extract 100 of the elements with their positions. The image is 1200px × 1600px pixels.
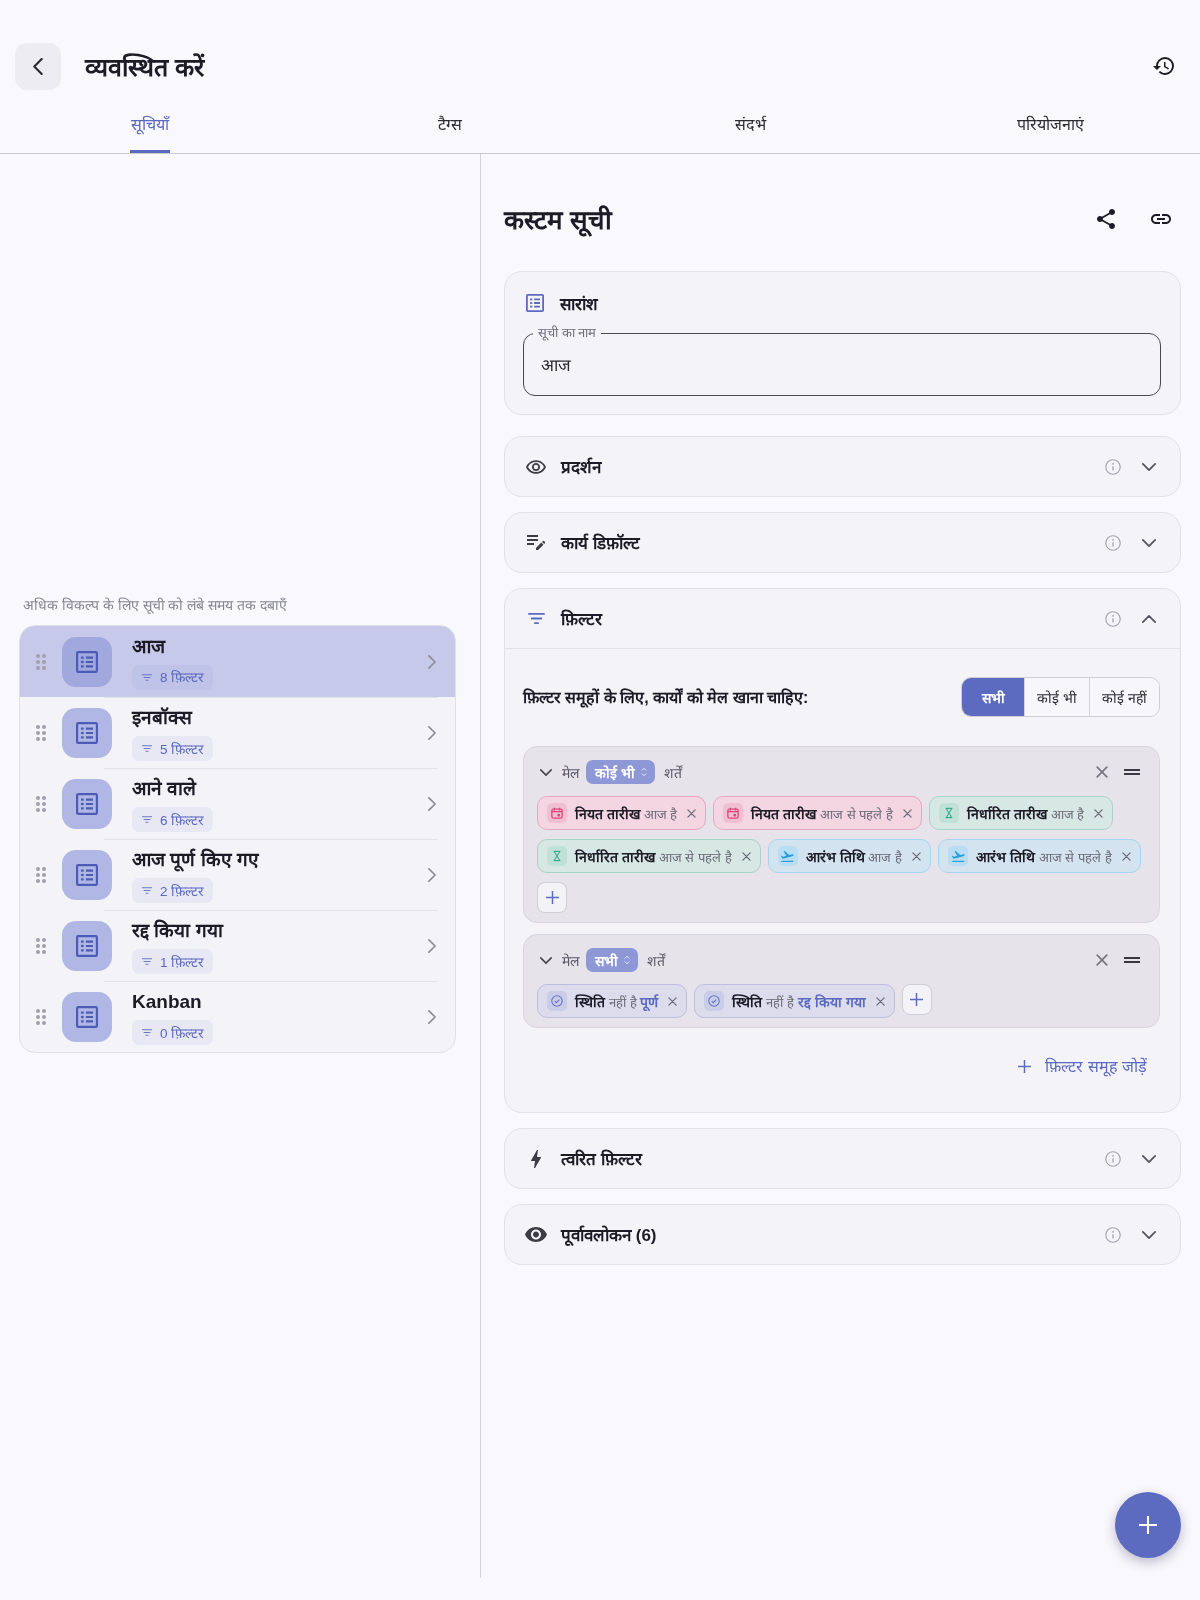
section-title: कार्य डिफ़ॉल्ट [561,532,640,554]
chevron-down-icon[interactable] [540,956,552,964]
chevron-right-icon [428,654,436,669]
drag-handle-icon[interactable] [36,725,46,741]
filter-icon [142,816,152,823]
chevron-right-icon [428,726,436,740]
filter-icon [142,1029,152,1036]
close-icon[interactable] [1121,851,1131,861]
list-icon [526,294,544,312]
drag-handle-icon[interactable] [36,1009,46,1025]
conditions-label: शर्तें [647,951,665,970]
drag-handle-icon[interactable] [36,867,46,883]
tab[interactable]: परियोजनाएं [1015,115,1085,153]
chevron-down-icon[interactable] [1142,538,1156,547]
list-name-field[interactable]: सूची का नाम आज [523,325,1161,396]
add-condition-button[interactable] [537,882,567,913]
history-icon[interactable] [1152,57,1174,75]
section-title: फ़िल्टर [561,608,602,630]
drag-handle-icon[interactable] [1124,769,1140,775]
add-button[interactable] [1115,1492,1181,1558]
list-row[interactable]: इनबॉक्स 5 फ़िल्टर [20,697,455,768]
list-row[interactable]: Kanban 0 फ़िल्टर [20,981,455,1052]
back-button[interactable] [15,42,61,90]
filter-icon [142,673,152,681]
close-icon[interactable] [1094,808,1104,818]
drag-handle-icon[interactable] [1124,957,1140,963]
detail-title: कस्टम सूची [504,204,614,237]
add-filter-group-button[interactable]: फ़िल्टर समूह जोड़ें [1018,1051,1147,1081]
eye-icon [526,459,546,474]
filter-icon [142,958,152,965]
list-title: रद्द किया गया [132,918,223,943]
close-icon[interactable] [741,851,751,861]
close-icon[interactable] [668,996,678,1006]
hourglass-icon [547,846,567,866]
plus-icon[interactable] [1018,1059,1032,1073]
list-row[interactable]: रद्द किया गया 1 फ़िल्टर [20,910,455,981]
chevron-down-icon[interactable] [1142,1230,1156,1239]
condition-chip[interactable]: आरंभ तिथि आज है [767,839,932,873]
filter-icon [527,613,545,624]
filter-count-text: 8 फ़िल्टर [160,669,205,686]
filter-count-text: 1 फ़िल्टर [160,953,205,971]
filter-icon [142,887,152,894]
filter-count-text: 2 फ़िल्टर [160,882,205,900]
close-icon[interactable] [875,996,885,1006]
close-icon[interactable] [687,808,697,818]
tab[interactable]: टैग्स [437,115,463,153]
match-label: मेल [562,763,579,782]
list-icon [62,992,112,1042]
close-icon[interactable] [903,808,913,818]
list-title: Kanban [132,990,202,1014]
eye-icon [525,1227,547,1242]
close-icon[interactable] [1096,954,1108,966]
section-title: त्वरित फ़िल्टर [561,1148,642,1170]
chevron-down-icon[interactable] [1142,1154,1156,1163]
summary-title: सारांश [560,293,598,315]
filter-count-text: 0 फ़िल्टर [160,1024,205,1042]
chevron-down-icon[interactable] [1142,462,1156,471]
close-icon[interactable] [912,851,922,861]
chevron-down-icon[interactable] [540,768,552,776]
condition-chip[interactable]: आरंभ तिथि आज से पहले है [938,839,1141,873]
list-title: आने वाले [132,776,197,801]
plus-icon[interactable] [910,993,924,1006]
add-condition-button[interactable] [901,984,932,1015]
condition-chip[interactable]: नियत तारीख आज है [537,796,707,830]
filter-icon [142,745,152,752]
plus-icon[interactable] [545,891,559,904]
tab[interactable]: सूचियाँ [130,115,170,153]
chevron-right-icon [428,939,436,953]
list-icon [62,708,112,758]
filter-count-text: 5 फ़िल्टर [160,740,205,758]
takeoff-icon [777,846,798,866]
list-icon [62,636,112,687]
filter-count-text: 6 फ़िल्टर [160,811,205,829]
drag-handle-icon[interactable] [36,796,46,812]
list-title: इनबॉक्स [132,706,192,730]
edit-list-icon [527,535,545,550]
hourglass-icon [939,803,960,823]
list-row[interactable]: आज 8 फ़िल्टर [20,626,455,697]
condition-chip[interactable]: नियत तारीख आज से पहले है [713,796,923,830]
condition-chip[interactable]: स्थिति नहीं है रद्द किया गया [694,984,895,1018]
link-icon[interactable] [1151,214,1171,224]
back-icon[interactable] [33,57,43,75]
list-title: आज पूर्ण किए गए [132,847,259,873]
match-option[interactable]: कोई नहीं [1089,678,1159,716]
match-option[interactable]: सभी [962,678,1025,716]
condition-chip[interactable]: स्थिति नहीं है पूर्ण [537,984,688,1018]
drag-handle-icon[interactable] [36,653,46,670]
drag-handle-icon[interactable] [36,938,46,954]
condition-chip[interactable]: निर्धारित तारीख आज से पहले है [537,839,761,873]
match-prompt: फ़िल्टर समूहों के लिए, कार्यों को मेल खाना चाहिए: [523,687,809,708]
list-row[interactable]: आने वाले 6 फ़िल्टर [20,768,455,839]
page-title: व्यवस्थित करें [85,52,206,83]
section-title: पूर्वावलोकन (6) [561,1224,657,1246]
tab[interactable]: संदर्भ [733,115,767,153]
condition-chip[interactable]: निर्धारित तारीख आज है [929,796,1114,830]
chevron-up-icon[interactable] [1142,614,1156,623]
share-icon[interactable] [1097,209,1115,229]
list-row[interactable]: आज पूर्ण किए गए 2 फ़िल्टर [20,839,455,910]
close-icon[interactable] [1096,766,1108,778]
conditions-label: शर्तें [663,763,682,782]
